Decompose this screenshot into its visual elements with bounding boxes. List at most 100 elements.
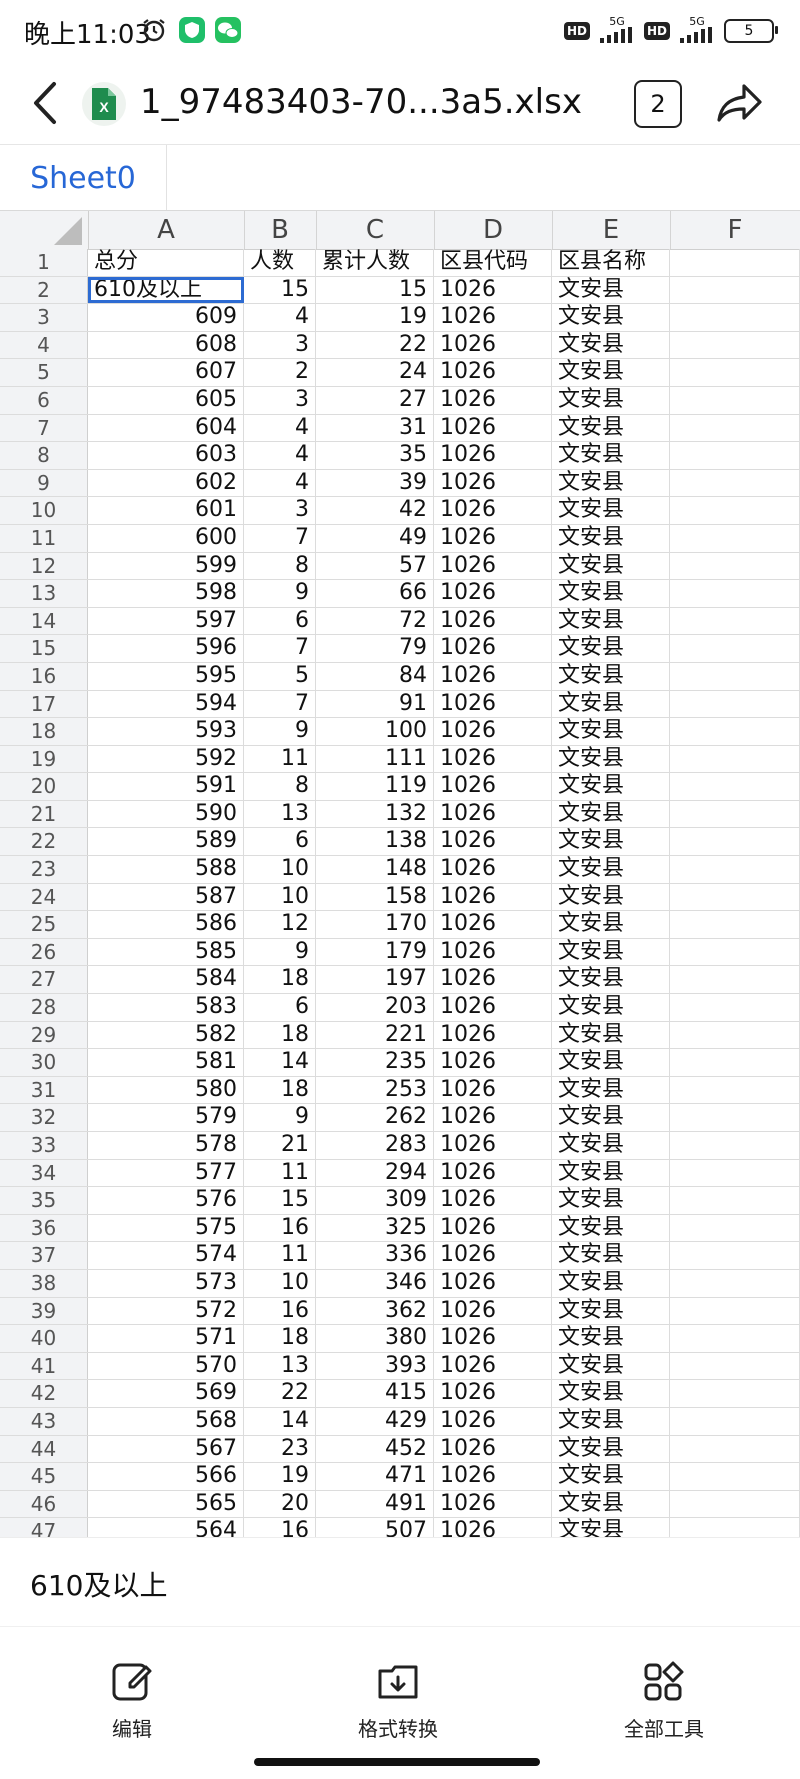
cell-a[interactable]: 569 xyxy=(88,1380,244,1407)
cell-d[interactable]: 1026 xyxy=(434,1242,552,1269)
row-header[interactable]: 10 xyxy=(0,497,88,524)
cell-c[interactable]: 309 xyxy=(316,1187,434,1214)
cell-d[interactable]: 1026 xyxy=(434,635,552,662)
row-header[interactable]: 16 xyxy=(0,662,88,690)
cell-e[interactable]: 文安县 xyxy=(552,690,670,718)
cell-d[interactable]: 1026 xyxy=(434,662,552,690)
cell-e[interactable]: 文安县 xyxy=(552,1214,670,1242)
cell-b[interactable]: 6 xyxy=(244,994,316,1021)
cell-a[interactable]: 567 xyxy=(88,1435,244,1463)
cell-c[interactable]: 158 xyxy=(316,883,434,911)
cell-c[interactable]: 491 xyxy=(316,1490,434,1518)
cell-f[interactable] xyxy=(670,1352,800,1380)
cell-a[interactable]: 605 xyxy=(88,386,244,414)
cell-b[interactable]: 16 xyxy=(244,1518,316,1538)
cell-f[interactable] xyxy=(670,883,800,911)
cell-a[interactable]: 608 xyxy=(88,331,244,359)
cell-f[interactable] xyxy=(670,1187,800,1214)
row-header[interactable]: 19 xyxy=(0,745,88,773)
row-header[interactable]: 36 xyxy=(0,1214,88,1242)
cell-f[interactable] xyxy=(670,607,800,635)
cell-d[interactable]: 1026 xyxy=(434,1407,552,1435)
row-header[interactable]: 45 xyxy=(0,1463,88,1490)
cell-a[interactable]: 587 xyxy=(88,883,244,911)
cell-e[interactable]: 文安县 xyxy=(552,580,670,607)
cell-f[interactable] xyxy=(670,966,800,994)
cell-c[interactable]: 346 xyxy=(316,1269,434,1297)
cell-f[interactable] xyxy=(670,635,800,662)
row-header[interactable]: 13 xyxy=(0,580,88,607)
cell-e[interactable]: 文安县 xyxy=(552,1187,670,1214)
cell-b[interactable]: 7 xyxy=(244,690,316,718)
row-header[interactable]: 31 xyxy=(0,1076,88,1104)
cell-b[interactable]: 8 xyxy=(244,552,316,580)
cell-c[interactable]: 179 xyxy=(316,938,434,966)
page-count-button[interactable]: 2 xyxy=(634,80,682,128)
tab-sheet0[interactable]: Sheet0 xyxy=(0,145,167,211)
cell-e[interactable]: 文安县 xyxy=(552,883,670,911)
cell-e[interactable]: 文安县 xyxy=(552,1132,670,1159)
cell-f[interactable] xyxy=(670,1269,800,1297)
cell-d[interactable]: 1026 xyxy=(434,1490,552,1518)
cell-e[interactable]: 文安县 xyxy=(552,966,670,994)
row-header[interactable]: 7 xyxy=(0,414,88,442)
cell-c[interactable]: 148 xyxy=(316,856,434,883)
cell-b[interactable]: 23 xyxy=(244,1435,316,1463)
cell-d[interactable]: 1026 xyxy=(434,414,552,442)
cell-c[interactable]: 19 xyxy=(316,304,434,331)
cell-e[interactable]: 文安县 xyxy=(552,911,670,938)
cell-b[interactable]: 14 xyxy=(244,1407,316,1435)
cell-e[interactable]: 文安县 xyxy=(552,800,670,828)
cell-b[interactable]: 9 xyxy=(244,580,316,607)
cell-a[interactable]: 总分 xyxy=(88,249,244,276)
cell-b[interactable]: 7 xyxy=(244,635,316,662)
cell-d[interactable]: 1026 xyxy=(434,718,552,745)
spreadsheet-grid[interactable]: A B C D E F 1 总分 人数 累计人数 区县代码 区县名称 2 610及以上 15 15… xyxy=(0,210,800,1538)
cell-d[interactable]: 1026 xyxy=(434,800,552,828)
cell-content-bar[interactable]: 610及以上 xyxy=(0,1537,800,1626)
row-header[interactable]: 44 xyxy=(0,1435,88,1463)
cell-c[interactable]: 294 xyxy=(316,1159,434,1187)
cell-d[interactable]: 1026 xyxy=(434,1076,552,1104)
cell-e[interactable]: 文安县 xyxy=(552,1352,670,1380)
cell-b[interactable]: 3 xyxy=(244,386,316,414)
cell-e[interactable]: 文安县 xyxy=(552,662,670,690)
cell-e[interactable]: 文安县 xyxy=(552,497,670,524)
cell-d[interactable]: 1026 xyxy=(434,1214,552,1242)
cell-e[interactable]: 文安县 xyxy=(552,442,670,469)
cell-e[interactable]: 文安县 xyxy=(552,1076,670,1104)
cell-d[interactable]: 区县代码 xyxy=(434,249,552,276)
cell-c[interactable]: 111 xyxy=(316,745,434,773)
cell-f[interactable] xyxy=(670,800,800,828)
cell-c[interactable]: 283 xyxy=(316,1132,434,1159)
cell-b[interactable]: 18 xyxy=(244,1076,316,1104)
row-header[interactable]: 33 xyxy=(0,1132,88,1159)
cell-f[interactable] xyxy=(670,745,800,773)
cell-f[interactable] xyxy=(670,580,800,607)
cell-d[interactable]: 1026 xyxy=(434,966,552,994)
cell-a[interactable]: 576 xyxy=(88,1187,244,1214)
cell-c[interactable]: 27 xyxy=(316,386,434,414)
cell-c[interactable]: 100 xyxy=(316,718,434,745)
cell-b[interactable]: 19 xyxy=(244,1463,316,1490)
cell-b[interactable]: 16 xyxy=(244,1297,316,1325)
cell-e[interactable]: 文安县 xyxy=(552,331,670,359)
column-header-a[interactable]: A xyxy=(88,211,245,249)
cell-b[interactable]: 11 xyxy=(244,1242,316,1269)
cell-a[interactable]: 603 xyxy=(88,442,244,469)
row-header[interactable]: 3 xyxy=(0,304,88,331)
cell-f[interactable] xyxy=(670,1407,800,1435)
cell-e[interactable]: 文安县 xyxy=(552,1269,670,1297)
cell-b[interactable]: 4 xyxy=(244,414,316,442)
cell-b[interactable]: 4 xyxy=(244,442,316,469)
cell-a[interactable]: 588 xyxy=(88,856,244,883)
cell-f[interactable] xyxy=(670,524,800,552)
cell-f[interactable] xyxy=(670,911,800,938)
cell-c[interactable]: 84 xyxy=(316,662,434,690)
cell-f[interactable] xyxy=(670,414,800,442)
cell-a[interactable]: 577 xyxy=(88,1159,244,1187)
cell-d[interactable]: 1026 xyxy=(434,690,552,718)
cell-d[interactable]: 1026 xyxy=(434,1021,552,1049)
cell-a[interactable]: 596 xyxy=(88,635,244,662)
cell-a[interactable]: 609 xyxy=(88,304,244,331)
